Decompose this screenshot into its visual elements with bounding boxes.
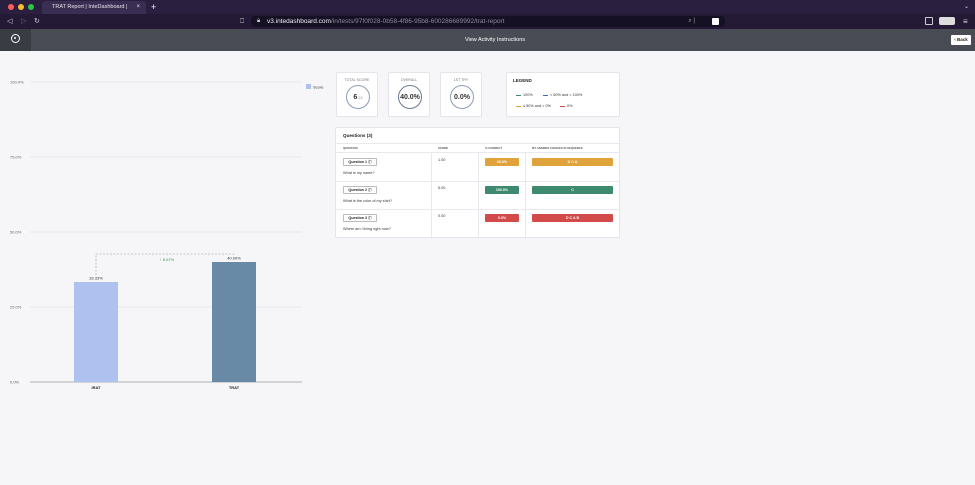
legend-item-label: ≤ 50% and > 0% xyxy=(523,104,551,108)
bookmark-icon[interactable]: ⎕ xyxy=(240,14,244,29)
bar-value-label: 33.33% xyxy=(89,276,103,281)
overall-label: OVERALL xyxy=(400,78,418,82)
browser-tab[interactable]: TRAT Report | InteDashboard | × xyxy=(42,1,146,14)
question-1-text: What is my name? xyxy=(343,171,375,175)
first-try-value: 0.0% xyxy=(454,94,470,101)
first-try-label: 1ST TRY xyxy=(453,78,469,82)
legend-swatch xyxy=(306,84,311,89)
overall-ring: 40.0% xyxy=(398,85,422,109)
question-1-percent-badge: 20.0% xyxy=(485,158,519,166)
first-try-ring: 0.0% xyxy=(450,85,474,109)
browser-tab-bar: TRAT Report | InteDashboard | × + ⌄ xyxy=(0,0,975,14)
legend-item-partial: ≤ 50% and > 0% xyxy=(516,104,551,108)
browser-toolbar: ◁ ▷ ↻ ⎕ 🔒︎ v3.intedashboard.com/in/tests… xyxy=(0,14,975,29)
sidebar-toggle-icon[interactable] xyxy=(925,17,933,25)
questions-title: Questions (3) xyxy=(343,133,373,138)
question-1-score: 1.00 xyxy=(438,158,446,162)
question-1-answers-badge: D C A xyxy=(532,158,613,166)
row-divider xyxy=(336,209,619,210)
close-window-button[interactable] xyxy=(8,4,14,10)
question-2-answers-badge: C xyxy=(532,186,613,194)
legend-swatch xyxy=(560,105,565,107)
legend-item-100: 100% xyxy=(516,93,533,97)
legend-item-label: 0% xyxy=(567,104,573,108)
bar-value-label: 40.00% xyxy=(227,256,241,261)
question-2-score: 5.00 xyxy=(438,186,446,190)
tab-title: TRAT Report | InteDashboard | xyxy=(52,4,128,10)
question-2-text: What is the color of my shirt? xyxy=(343,199,392,203)
y-tick-label: 0.0% xyxy=(10,380,20,385)
back-button[interactable]: ‹ Back xyxy=(951,35,971,45)
column-header-question: QUESTION xyxy=(343,146,358,150)
divider xyxy=(336,143,619,144)
legend-item-zero: 0% xyxy=(560,104,573,108)
total-score-max: /15 xyxy=(357,96,363,100)
column-divider xyxy=(431,152,432,239)
tab-close-icon[interactable]: × xyxy=(136,1,140,14)
total-score-ring: 6/15 xyxy=(346,85,370,109)
view-instructions-link[interactable]: View Activity Instructions xyxy=(0,29,975,51)
back-nav-icon[interactable]: ◁ xyxy=(7,14,12,29)
extension-icon[interactable] xyxy=(939,17,955,25)
question-3-text: Where am i living right now? xyxy=(343,227,391,231)
legend-swatch xyxy=(516,105,521,107)
new-tab-button[interactable]: + xyxy=(151,0,156,14)
first-try-card: 1ST TRY 0.0% xyxy=(440,72,482,117)
legend-item-between: < 50% and < 100% xyxy=(543,93,582,97)
reload-icon[interactable]: ↻ xyxy=(34,14,40,29)
url-text: v3.intedashboard.com/in/tests/97f0f028-0… xyxy=(267,16,504,27)
bar-trat xyxy=(212,262,256,382)
shield-icon[interactable] xyxy=(712,18,719,25)
address-bar[interactable]: 🔒︎ v3.intedashboard.com/in/tests/97f0f02… xyxy=(251,16,725,27)
overall-card: OVERALL 40.0% xyxy=(388,72,430,117)
url-host: v3.intedashboard.com xyxy=(267,18,331,25)
column-divider xyxy=(525,152,526,239)
y-tick-label: 50.0% xyxy=(10,230,22,235)
menu-icon[interactable]: ≡ xyxy=(963,14,968,29)
forward-nav-icon[interactable]: ▷ xyxy=(21,14,26,29)
total-score-card: TOTAL SCORE 6/15 xyxy=(336,72,378,117)
legend-swatch xyxy=(543,94,548,96)
total-score-value: 6/15 xyxy=(347,86,369,108)
legend-swatch xyxy=(516,94,521,96)
bar-irat xyxy=(74,282,118,382)
row-divider xyxy=(336,181,619,182)
question-2-percent-badge: 100.0% xyxy=(485,186,519,194)
zoom-icon[interactable]: ⌕ | xyxy=(688,16,695,27)
chevron-down-icon[interactable]: ⌄ xyxy=(964,0,969,14)
app-header: View Activity Instructions ‹ Back xyxy=(0,29,975,51)
score-bar-chart: 0.0% 25.0% 50.0% 75.0% 100.0% 33.33% IRAT 40.00… xyxy=(10,80,324,391)
column-header-score: SCORE xyxy=(438,146,448,150)
questions-card: Questions (3) QUESTION SCORE % CORRECT M… xyxy=(335,127,620,239)
column-header-answers: MY ANSWER CHOICES IN SEQUENCE xyxy=(532,146,583,150)
legend-item-label: < 50% and < 100% xyxy=(550,93,583,97)
column-header-percent: % CORRECT xyxy=(485,146,503,150)
question-1-button[interactable]: Question 1 ⓘ xyxy=(343,158,377,166)
legend-label: Score xyxy=(313,85,324,90)
question-3-score: 0.00 xyxy=(438,214,446,218)
question-3-percent-badge: 0.0% xyxy=(485,214,519,222)
difference-annotation: ↑ 6.67% xyxy=(160,257,175,262)
lock-icon: 🔒︎ xyxy=(257,18,261,24)
x-tick-label: IRAT xyxy=(91,385,101,390)
minimize-window-button[interactable] xyxy=(18,4,24,10)
column-divider xyxy=(478,152,479,239)
y-tick-label: 25.0% xyxy=(10,305,22,310)
question-3-answers-badge: D C A B xyxy=(532,214,613,222)
legend-item-label: 100% xyxy=(523,93,533,97)
question-3-button[interactable]: Question 3 ⓘ xyxy=(343,214,377,222)
y-tick-label: 75.0% xyxy=(10,155,22,160)
question-2-button[interactable]: Question 2 ⓘ xyxy=(343,186,377,194)
legend-title: LEGEND xyxy=(513,78,532,83)
overall-value: 40.0% xyxy=(400,94,420,101)
total-score-label: TOTAL SCORE xyxy=(344,78,370,82)
x-tick-label: TRAT xyxy=(229,385,240,390)
y-tick-label: 100.0% xyxy=(10,80,24,85)
url-path: /in/tests/97f0f028-0b58-4f86-95b8-600286… xyxy=(330,18,505,25)
maximize-window-button[interactable] xyxy=(28,4,34,10)
legend-card: LEGEND 100% < 50% and < 100% ≤ 50% and >… xyxy=(506,72,620,117)
